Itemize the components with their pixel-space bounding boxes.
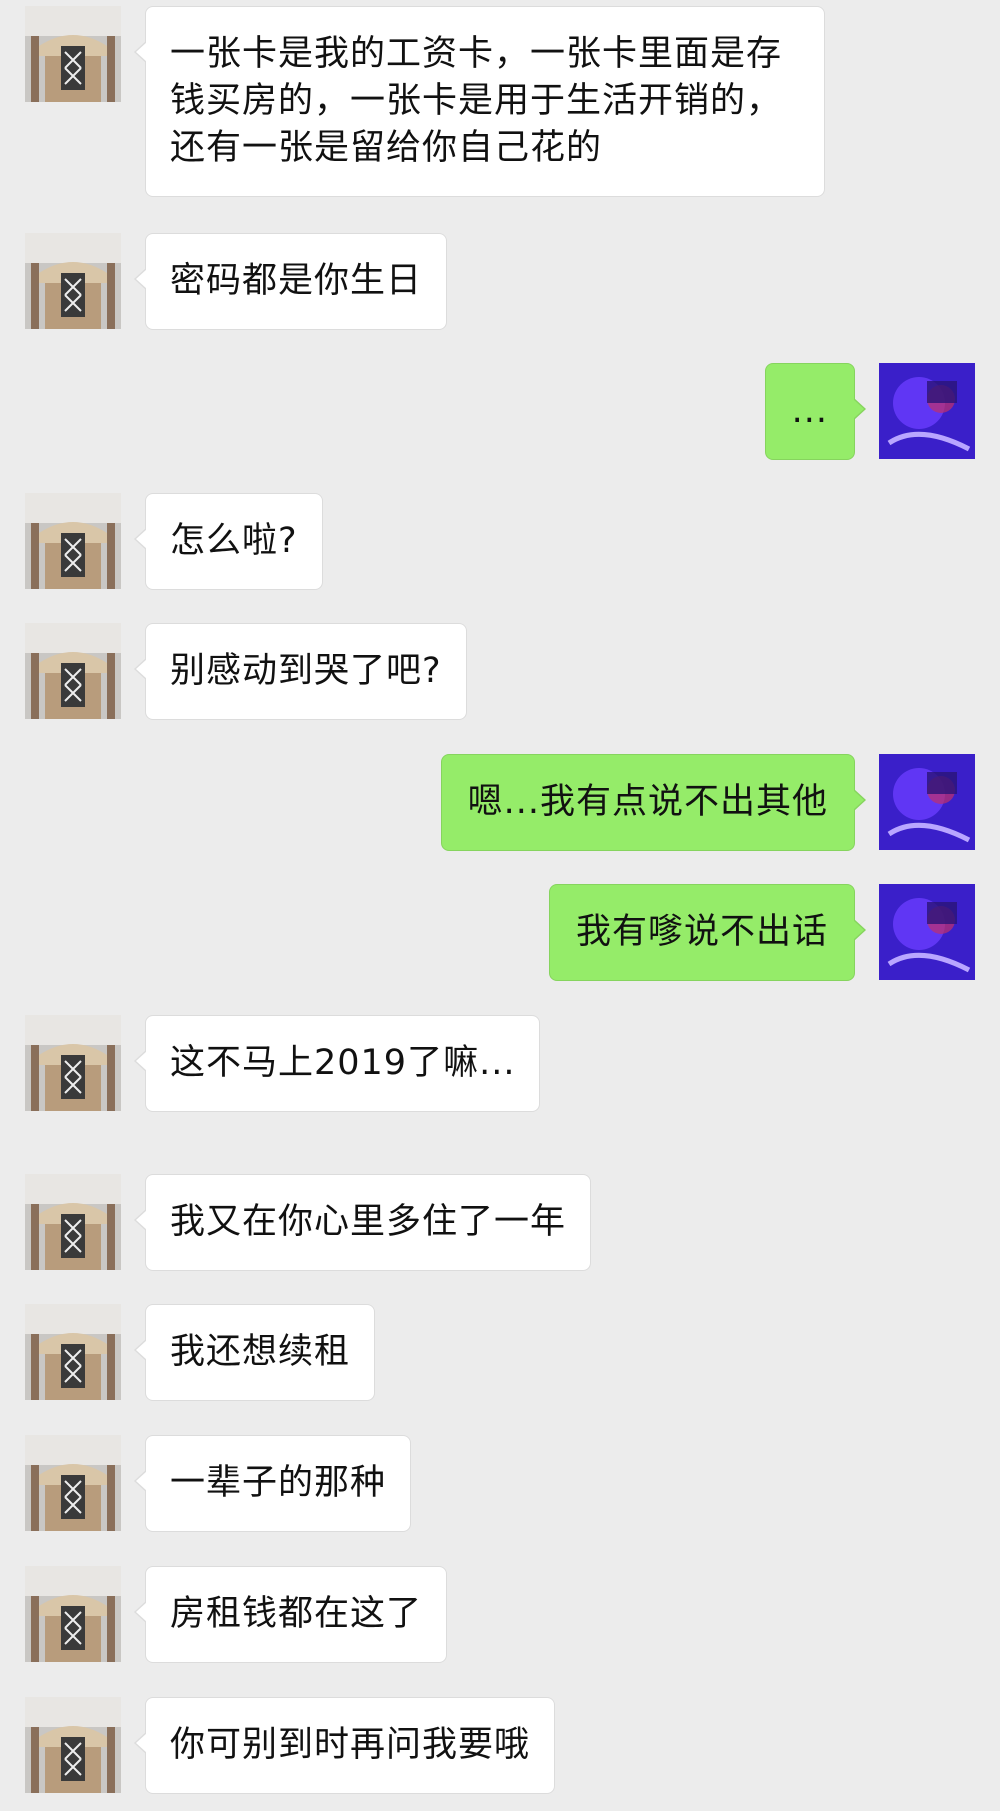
incoming-message-bubble[interactable]: 一张卡是我的工资卡，一张卡里面是存钱买房的，一张卡是用于生活开销的，还有一张是留… — [134, 6, 825, 197]
incoming-message-bubble[interactable]: 房租钱都在这了 — [133, 1566, 448, 1663]
outgoing-message-bubble[interactable]: 嗯...我有点说不出其他 — [440, 754, 867, 851]
my-avatar[interactable] — [879, 363, 975, 459]
contact-avatar[interactable] — [25, 1174, 121, 1270]
incoming-message-bubble[interactable]: 怎么啦? — [134, 493, 323, 590]
incoming-message-bubble[interactable]: 别感动到哭了吧? — [134, 623, 467, 720]
contact-avatar[interactable] — [25, 233, 121, 329]
contact-avatar[interactable] — [25, 493, 121, 589]
contact-avatar[interactable] — [25, 1015, 121, 1111]
incoming-message-bubble[interactable]: 这不马上2019了嘛... — [133, 1015, 541, 1112]
incoming-message-bubble[interactable]: 一辈子的那种 — [133, 1435, 412, 1532]
contact-avatar[interactable] — [25, 1697, 121, 1793]
my-avatar[interactable] — [879, 754, 975, 850]
outgoing-message-bubble[interactable]: 我有嗲说不出话 — [548, 884, 867, 981]
incoming-message-bubble[interactable]: 密码都是你生日 — [133, 233, 448, 330]
incoming-message-bubble[interactable]: 我还想续租 — [133, 1304, 376, 1401]
my-avatar[interactable] — [879, 884, 975, 980]
contact-avatar[interactable] — [25, 623, 121, 719]
contact-avatar[interactable] — [25, 6, 121, 102]
incoming-message-bubble[interactable]: 我又在你心里多住了一年 — [133, 1174, 592, 1271]
contact-avatar[interactable] — [25, 1304, 121, 1400]
contact-avatar[interactable] — [25, 1435, 121, 1531]
outgoing-message-bubble[interactable]: ... — [764, 363, 867, 460]
contact-avatar[interactable] — [25, 1566, 121, 1662]
incoming-message-bubble[interactable]: 你可别到时再问我要哦 — [133, 1697, 556, 1794]
